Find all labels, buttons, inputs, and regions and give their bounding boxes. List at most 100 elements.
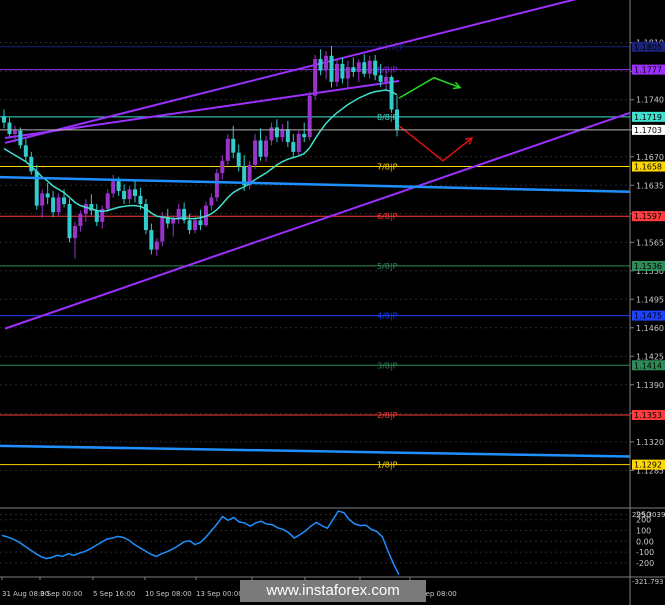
price-tick-label: 1.1460 (636, 324, 664, 333)
candle-body (34, 171, 39, 206)
candle-body (154, 241, 159, 250)
price-mark-label: 1.1475 (634, 312, 662, 321)
candle-body (356, 62, 361, 73)
candle-body (351, 67, 356, 73)
candle-body (225, 138, 230, 161)
candle-body (302, 133, 307, 138)
candle-body (220, 160, 225, 174)
candle-body (193, 220, 198, 231)
candle-body (105, 193, 110, 209)
price-tick-label: 1.1740 (636, 96, 664, 105)
cci-tick-label: 100 (636, 526, 651, 535)
candle-body (160, 217, 165, 242)
candle-body (384, 76, 389, 82)
price-tick-label: 1.1425 (636, 352, 664, 361)
chart-canvas: +1/8|P8/8|P8/8|P7/8|P6/8|P5/8|P4/8|P3/8|… (0, 0, 665, 605)
candle-body (264, 140, 268, 157)
watermark: www.instaforex.com (240, 580, 426, 602)
price-mark-label: 1.1536 (634, 262, 662, 271)
murrey-level-label: 2/8|P (377, 411, 398, 420)
time-tick-label: 13 Sep 00:00 (196, 590, 243, 598)
candle-body (187, 220, 192, 231)
price-mark-label: 1.1777 (634, 66, 662, 75)
price-mark-label: 1.1597 (634, 212, 662, 221)
price-tick-label: 1.1495 (636, 295, 664, 304)
candle-body (334, 63, 339, 82)
murrey-level-label: 4/8|P (377, 312, 398, 321)
candle-body (345, 67, 350, 79)
candle-body (12, 130, 17, 134)
price-tick-label: 1.1390 (636, 381, 664, 390)
price-mark-label: 1.1805 (634, 43, 662, 52)
candle-body (176, 208, 181, 219)
candle-body (324, 55, 329, 71)
candle-body (56, 197, 61, 213)
candle-body (72, 225, 77, 239)
current-price-label: 1.1703 (634, 126, 662, 135)
murrey-level-label: 3/8|P (377, 361, 398, 370)
price-mark-label: 1.1353 (634, 411, 662, 420)
price-mark-label: 1.1719 (634, 113, 662, 122)
candle-body (296, 133, 301, 152)
candle-body (318, 59, 323, 71)
price-tick-label: 1.1320 (636, 438, 664, 447)
cci-min-label: -321.793 (632, 578, 663, 586)
candle-body (7, 122, 12, 134)
candle-body (138, 195, 143, 204)
time-tick-label: 5 Sep 16:00 (93, 590, 135, 598)
candle-body (329, 55, 334, 82)
candle-body (253, 140, 258, 165)
candle-body (111, 181, 116, 194)
candle-body (209, 197, 214, 206)
price-mark-label: 1.1292 (634, 461, 662, 470)
candle-body (362, 62, 367, 74)
murrey-level-label: 1/8|P (377, 461, 398, 470)
time-tick-label: 3 Sep 00:00 (40, 590, 82, 598)
candle-body (395, 109, 399, 130)
candle-body (127, 189, 132, 200)
candle-body (198, 220, 203, 226)
cci-tick-label: 200 (636, 516, 651, 525)
murrey-level-label: 5/8|P (377, 262, 398, 271)
candle-body (133, 189, 137, 196)
price-mark-label: 1.1658 (634, 163, 662, 172)
candle-body (83, 204, 88, 214)
murrey-level-label: 6/8|P (377, 212, 398, 221)
candle-body (94, 210, 99, 222)
candle-body (291, 142, 296, 152)
candle-body (2, 116, 6, 123)
candle-body (367, 60, 372, 74)
candle-body (285, 129, 290, 143)
time-tick-label: 10 Sep 08:00 (145, 590, 192, 598)
price-tick-label: 1.1565 (636, 238, 664, 247)
candle-body (18, 130, 23, 146)
candle-body (62, 197, 67, 204)
murrey-level-label: 7/8|P (377, 163, 398, 172)
candle-body (307, 95, 312, 138)
price-tick-label: 1.1670 (636, 153, 664, 162)
candle-body (231, 138, 236, 153)
price-mark-label: 1.1414 (634, 361, 662, 370)
candle-body (258, 140, 263, 157)
candle-body (373, 60, 378, 76)
candle-body (116, 181, 121, 191)
cci-tick-label: -200 (636, 559, 654, 568)
murrey-level-label: 8/8|P (377, 113, 398, 122)
price-tick-label: 1.1635 (636, 181, 664, 190)
candle-body (51, 197, 56, 213)
candle-body (67, 204, 72, 239)
candle-body (340, 63, 345, 79)
candle-body (78, 213, 83, 226)
candle-body (236, 152, 241, 167)
candle-body (274, 127, 279, 138)
cci-tick-label: 0.00 (636, 537, 654, 546)
candle-body (40, 193, 45, 206)
candle-body (149, 230, 154, 250)
candle-body (23, 145, 28, 157)
candle-body (214, 173, 219, 198)
candle-body (313, 59, 318, 96)
candle-body (378, 75, 383, 82)
candle-body (29, 156, 34, 172)
candle-body (122, 190, 127, 200)
candle-body (45, 193, 50, 198)
